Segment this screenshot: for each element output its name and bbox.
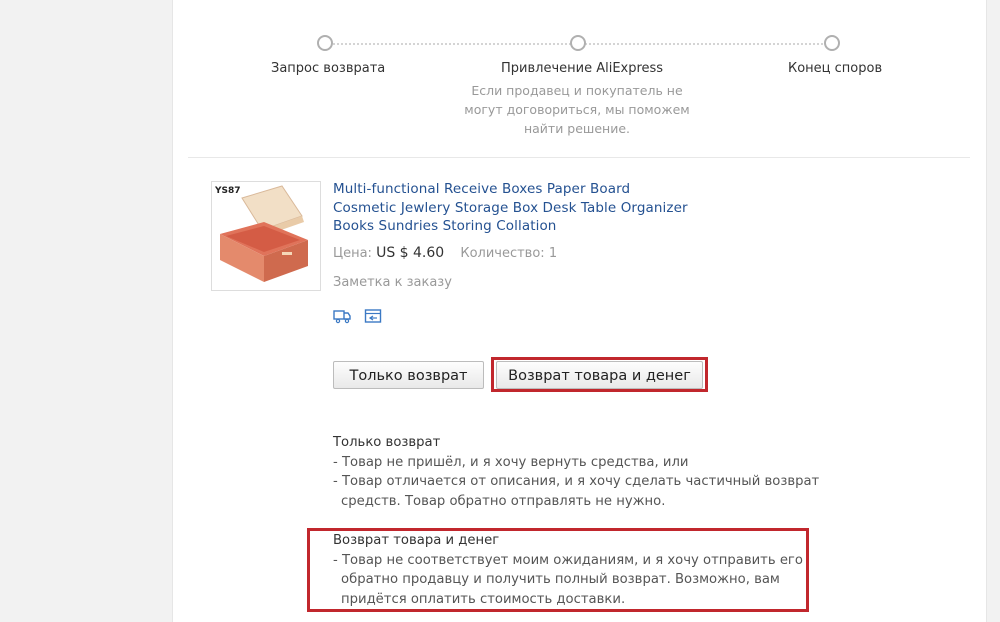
option-line: средств. Товар обратно отправлять не нуж…: [341, 493, 666, 509]
product-title-line: Cosmetic Jewlery Storage Box Desk Table …: [333, 199, 688, 216]
shipping-icon[interactable]: [333, 308, 351, 324]
receipt-icon[interactable]: [364, 308, 382, 324]
product-icons: [333, 308, 390, 327]
product-title-link[interactable]: Multi-functional Receive Boxes Paper Boa…: [333, 180, 693, 236]
product-thumbnail[interactable]: YS87: [211, 181, 321, 291]
product-title-line: Multi-functional Receive Boxes Paper Boa…: [333, 181, 631, 197]
price-row: Цена: US $ 4.60 Количество: 1: [333, 245, 557, 261]
price-label: Цена:: [333, 246, 372, 261]
step-dot-request: [317, 35, 333, 51]
option-title: Только возврат: [333, 435, 441, 450]
product-title-line: Books Sundries Storing Collation: [333, 218, 557, 234]
step-label-aliexpress: Привлечение AliExpress: [501, 61, 664, 76]
option-line: - Товар отличается от описания, и я хочу…: [333, 474, 820, 489]
refund-only-info: Только возврат - Товар не пришёл, и я хо…: [333, 433, 833, 511]
step-label-request: Запрос возврата: [271, 61, 386, 76]
step-description: Если продавец и покупатель не могут дого…: [464, 83, 690, 136]
image-label: YS87: [214, 186, 241, 196]
step-label-end: Конец споров: [788, 61, 883, 76]
highlight-frame-text: [307, 528, 809, 612]
quantity-value: 1: [548, 246, 558, 261]
highlight-frame-button: [491, 357, 708, 392]
step-dot-aliexpress: [570, 35, 586, 51]
order-note: Заметка к заказу: [333, 275, 452, 290]
option-line: - Товар не пришёл, и я хочу вернуть сред…: [333, 454, 689, 470]
dispute-panel: Запрос возврата Привлечение AliExpress К…: [172, 0, 987, 622]
quantity-label: Количество:: [460, 246, 545, 261]
box-product-image: YS87: [212, 182, 320, 290]
price-value: US $ 4.60: [376, 245, 445, 261]
step-dot-end: [824, 35, 840, 51]
refund-only-button[interactable]: Только возврат: [333, 361, 484, 389]
section-divider: [188, 157, 970, 158]
